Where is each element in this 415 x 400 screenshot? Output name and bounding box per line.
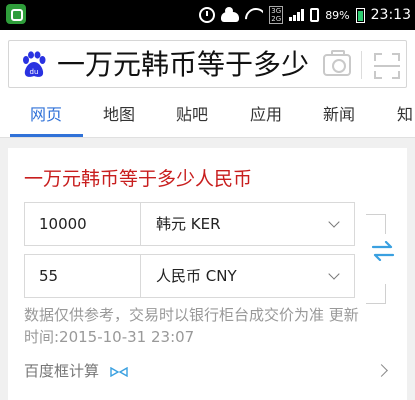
swap-bracket bbox=[366, 284, 386, 304]
chevron-right-icon[interactable] bbox=[375, 364, 388, 377]
from-currency-select[interactable]: 韩元 KER bbox=[142, 203, 354, 245]
tab-bar: 网页 地图 贴吧 应用 新闻 知 bbox=[0, 96, 415, 138]
phone-icon bbox=[310, 8, 320, 22]
update-time: 时间:2015-10-31 23:07 bbox=[24, 328, 195, 346]
currency-converter-card: 一万元韩币等于多少人民币 10000 韩元 KER 55 人民币 CNY 数据仅… bbox=[8, 148, 407, 400]
calc-icon bbox=[110, 366, 128, 377]
swap-icon[interactable] bbox=[371, 241, 395, 261]
to-currency-label: 人民币 CNY bbox=[156, 267, 237, 285]
signal-icon bbox=[289, 9, 305, 21]
status-bar: 3G 2G 89% 23:13 bbox=[0, 0, 415, 30]
swap-bracket bbox=[366, 214, 386, 234]
from-row: 10000 韩元 KER bbox=[24, 202, 355, 246]
tab-web[interactable]: 网页 bbox=[30, 96, 62, 138]
disclaimer-text: 数据仅供参考，交易时以银行柜台成交价为准 更新 时间:2015-10-31 23… bbox=[24, 304, 394, 348]
from-amount-input[interactable]: 10000 bbox=[25, 203, 141, 245]
battery-percent: 89% bbox=[325, 8, 350, 22]
cloud-icon bbox=[221, 7, 240, 22]
chevron-down-icon bbox=[328, 216, 340, 228]
tab-apps[interactable]: 应用 bbox=[250, 96, 282, 138]
divider bbox=[361, 51, 362, 79]
disclaimer-line-1: 数据仅供参考，交易时以银行柜台成交价为准 更新 bbox=[24, 306, 359, 324]
alarm-icon bbox=[199, 7, 216, 23]
battery-icon bbox=[355, 7, 365, 23]
from-currency-label: 韩元 KER bbox=[156, 215, 221, 233]
baidu-paw-icon: du bbox=[23, 51, 46, 77]
to-amount-input[interactable]: 55 bbox=[25, 255, 141, 297]
wifi-icon bbox=[245, 8, 263, 22]
camera-icon[interactable] bbox=[323, 50, 351, 76]
converter-title[interactable]: 一万元韩币等于多少人民币 bbox=[24, 164, 252, 191]
tab-zhidao[interactable]: 知 bbox=[397, 96, 413, 138]
app-icon bbox=[6, 4, 26, 24]
footer-label: 百度框计算 bbox=[24, 362, 100, 380]
active-tab-indicator bbox=[10, 134, 83, 137]
scan-icon[interactable] bbox=[374, 53, 400, 79]
chevron-down-icon bbox=[328, 268, 340, 280]
to-currency-select[interactable]: 人民币 CNY bbox=[142, 255, 354, 297]
tab-news[interactable]: 新闻 bbox=[323, 96, 355, 138]
search-input[interactable]: 一万元韩币等于多少 bbox=[57, 47, 311, 83]
search-box[interactable]: du 一万元韩币等于多少 bbox=[8, 40, 407, 88]
to-row: 55 人民币 CNY bbox=[24, 254, 355, 298]
svg-text:du: du bbox=[30, 68, 39, 76]
network-type: 3G 2G bbox=[269, 6, 284, 24]
search-area: du 一万元韩币等于多少 bbox=[0, 30, 415, 96]
footer-link[interactable]: 百度框计算 bbox=[24, 360, 128, 381]
tab-tieba[interactable]: 贴吧 bbox=[176, 96, 208, 138]
clock: 23:13 bbox=[370, 7, 411, 23]
tab-map[interactable]: 地图 bbox=[103, 96, 135, 138]
